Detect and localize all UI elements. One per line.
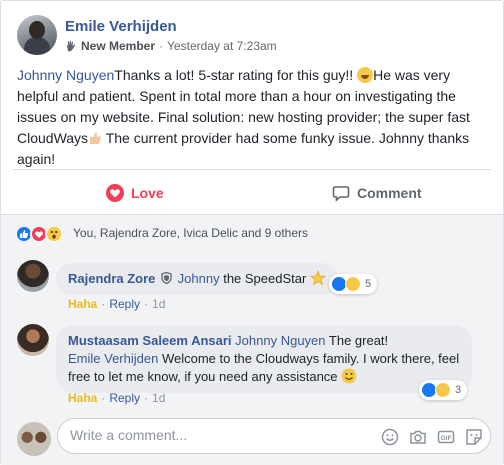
haha-reaction-link[interactable]: Haha bbox=[68, 297, 97, 311]
comment-bubble: Mustaasam Saleem Ansari Johnny Nguyen Th… bbox=[56, 325, 472, 393]
comment-reaction-count: 3 bbox=[455, 384, 462, 396]
post-text-part1: Thanks a lot! 5-star rating for this guy… bbox=[114, 67, 358, 83]
action-divider bbox=[13, 169, 491, 170]
comment-author[interactable]: Mustaasam Saleem Ansari bbox=[68, 333, 232, 348]
commenter-avatar[interactable] bbox=[17, 260, 49, 292]
haha-reaction-icon bbox=[435, 382, 451, 398]
sticker-icon[interactable] bbox=[465, 428, 483, 446]
comment-composer[interactable]: GIF bbox=[57, 418, 491, 454]
member-badge: New Member bbox=[81, 39, 156, 53]
comment-mention-2[interactable]: Emile Verhijden bbox=[68, 351, 158, 366]
actions-separator: · bbox=[144, 297, 149, 311]
comment-actions: Haha · Reply · 1d bbox=[68, 391, 165, 405]
actions-separator: · bbox=[144, 391, 149, 405]
comment-time[interactable]: 1d bbox=[152, 391, 165, 405]
heart-icon bbox=[106, 184, 124, 202]
emoji-icon[interactable] bbox=[381, 428, 399, 446]
comment-actions: Haha · Reply · 1d bbox=[68, 297, 165, 311]
meta-separator: · bbox=[159, 39, 164, 53]
commenter-avatar[interactable] bbox=[17, 324, 49, 356]
author-avatar[interactable] bbox=[17, 15, 57, 55]
actions-separator: · bbox=[101, 297, 106, 311]
post-timestamp[interactable]: Yesterday at 7:23am bbox=[167, 39, 277, 53]
reaction-icons[interactable] bbox=[15, 225, 63, 243]
shield-icon bbox=[161, 272, 172, 284]
comment-text: The great! bbox=[325, 333, 389, 348]
camera-icon[interactable] bbox=[409, 428, 427, 446]
comment-mention[interactable]: Johnny Nguyen bbox=[235, 333, 325, 348]
comment-bubble: Rajendra Zore Johnny the SpeedStar bbox=[56, 263, 338, 295]
post-mention[interactable]: Johnny Nguyen bbox=[17, 67, 114, 83]
comment-time[interactable]: 1d bbox=[152, 297, 165, 311]
svg-text:GIF: GIF bbox=[441, 435, 452, 442]
love-button[interactable]: Love bbox=[106, 181, 164, 205]
comments-section: Rajendra Zore Johnny the SpeedStar 5 Hah… bbox=[1, 252, 503, 465]
star-emoji-icon bbox=[309, 270, 326, 286]
wow-reaction-icon bbox=[45, 225, 63, 243]
thumbs-up-emoji-icon bbox=[90, 132, 101, 144]
reactions-bar: You, Rajendra Zore, Ivica Delic and 9 ot… bbox=[1, 214, 503, 252]
laughing-emoji-icon bbox=[357, 67, 374, 83]
reply-link[interactable]: Reply bbox=[109, 391, 140, 405]
comment-reaction-count: 5 bbox=[365, 278, 372, 290]
reply-link[interactable]: Reply bbox=[109, 297, 140, 311]
post-author-name[interactable]: Emile Verhijden bbox=[65, 18, 177, 35]
current-user-avatar bbox=[17, 422, 51, 456]
post-body: Johnny NguyenThanks a lot! 5-star rating… bbox=[17, 65, 487, 170]
smile-emoji-icon bbox=[341, 368, 357, 384]
wave-hand-icon bbox=[67, 40, 75, 52]
comment-button[interactable]: Comment bbox=[332, 181, 422, 205]
post-meta: New Member · Yesterday at 7:23am bbox=[65, 39, 277, 53]
comment-text: the SpeedStar bbox=[219, 271, 310, 286]
comment-input[interactable] bbox=[70, 427, 370, 443]
comment-mention[interactable]: Johnny bbox=[178, 271, 220, 286]
reaction-summary[interactable]: You, Rajendra Zore, Ivica Delic and 9 ot… bbox=[73, 226, 308, 240]
haha-reaction-link[interactable]: Haha bbox=[68, 391, 97, 405]
comment-reactions[interactable]: 3 bbox=[419, 380, 468, 400]
gif-icon[interactable]: GIF bbox=[437, 428, 455, 446]
actions-separator: · bbox=[101, 391, 106, 405]
comment-author[interactable]: Rajendra Zore bbox=[68, 271, 155, 286]
love-label: Love bbox=[131, 185, 164, 201]
facebook-post: Emile Verhijden New Member · Yesterday a… bbox=[0, 0, 504, 465]
haha-reaction-icon bbox=[345, 276, 361, 292]
comment-label: Comment bbox=[357, 185, 422, 201]
comment-reactions[interactable]: 5 bbox=[329, 274, 378, 294]
comment-icon bbox=[332, 186, 350, 202]
